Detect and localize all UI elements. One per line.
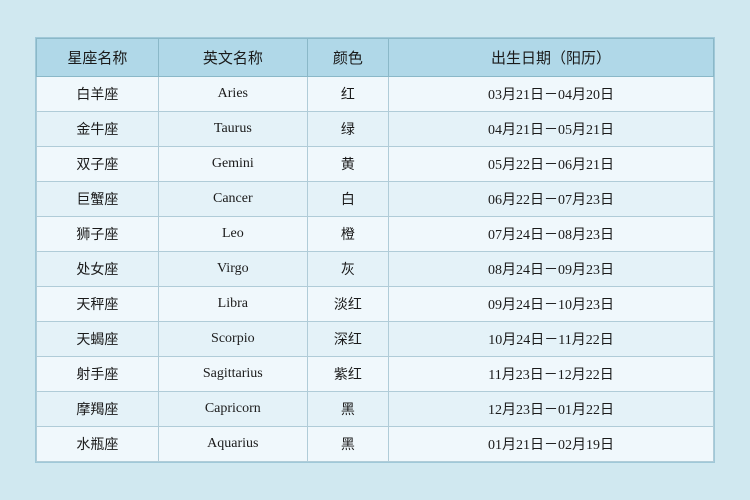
cell-chinese: 金牛座	[37, 112, 159, 147]
table-row: 金牛座Taurus绿04月21日－05月21日	[37, 112, 714, 147]
table-row: 巨蟹座Cancer白06月22日－07月23日	[37, 182, 714, 217]
table-row: 双子座Gemini黄05月22日－06月21日	[37, 147, 714, 182]
header-date: 出生日期（阳历）	[389, 39, 714, 77]
cell-date: 03月21日－04月20日	[389, 77, 714, 112]
cell-color: 黑	[307, 392, 388, 427]
cell-date: 01月21日－02月19日	[389, 427, 714, 462]
table-row: 天秤座Libra淡红09月24日－10月23日	[37, 287, 714, 322]
cell-date: 10月24日－11月22日	[389, 322, 714, 357]
table-row: 处女座Virgo灰08月24日－09月23日	[37, 252, 714, 287]
cell-chinese: 处女座	[37, 252, 159, 287]
cell-chinese: 天蝎座	[37, 322, 159, 357]
cell-english: Aquarius	[158, 427, 307, 462]
cell-chinese: 水瓶座	[37, 427, 159, 462]
table-row: 白羊座Aries红03月21日－04月20日	[37, 77, 714, 112]
cell-date: 08月24日－09月23日	[389, 252, 714, 287]
cell-chinese: 巨蟹座	[37, 182, 159, 217]
header-color: 颜色	[307, 39, 388, 77]
zodiac-table: 星座名称 英文名称 颜色 出生日期（阳历） 白羊座Aries红03月21日－04…	[36, 38, 714, 462]
cell-english: Gemini	[158, 147, 307, 182]
cell-color: 橙	[307, 217, 388, 252]
cell-english: Scorpio	[158, 322, 307, 357]
cell-date: 12月23日－01月22日	[389, 392, 714, 427]
cell-chinese: 狮子座	[37, 217, 159, 252]
cell-english: Leo	[158, 217, 307, 252]
cell-color: 红	[307, 77, 388, 112]
cell-color: 绿	[307, 112, 388, 147]
table-row: 天蝎座Scorpio深红10月24日－11月22日	[37, 322, 714, 357]
table-row: 摩羯座Capricorn黑12月23日－01月22日	[37, 392, 714, 427]
table-row: 水瓶座Aquarius黑01月21日－02月19日	[37, 427, 714, 462]
cell-color: 深红	[307, 322, 388, 357]
cell-english: Capricorn	[158, 392, 307, 427]
cell-english: Libra	[158, 287, 307, 322]
cell-date: 07月24日－08月23日	[389, 217, 714, 252]
table-body: 白羊座Aries红03月21日－04月20日金牛座Taurus绿04月21日－0…	[37, 77, 714, 462]
cell-date: 05月22日－06月21日	[389, 147, 714, 182]
cell-color: 白	[307, 182, 388, 217]
cell-english: Aries	[158, 77, 307, 112]
cell-chinese: 双子座	[37, 147, 159, 182]
cell-color: 淡红	[307, 287, 388, 322]
header-english: 英文名称	[158, 39, 307, 77]
cell-english: Taurus	[158, 112, 307, 147]
cell-chinese: 射手座	[37, 357, 159, 392]
cell-chinese: 摩羯座	[37, 392, 159, 427]
zodiac-table-container: 星座名称 英文名称 颜色 出生日期（阳历） 白羊座Aries红03月21日－04…	[35, 37, 715, 463]
header-chinese: 星座名称	[37, 39, 159, 77]
cell-date: 09月24日－10月23日	[389, 287, 714, 322]
cell-color: 黄	[307, 147, 388, 182]
cell-chinese: 白羊座	[37, 77, 159, 112]
cell-english: Cancer	[158, 182, 307, 217]
table-row: 狮子座Leo橙07月24日－08月23日	[37, 217, 714, 252]
cell-date: 11月23日－12月22日	[389, 357, 714, 392]
cell-english: Virgo	[158, 252, 307, 287]
cell-english: Sagittarius	[158, 357, 307, 392]
cell-color: 灰	[307, 252, 388, 287]
cell-chinese: 天秤座	[37, 287, 159, 322]
cell-date: 04月21日－05月21日	[389, 112, 714, 147]
table-row: 射手座Sagittarius紫红11月23日－12月22日	[37, 357, 714, 392]
cell-color: 黑	[307, 427, 388, 462]
cell-date: 06月22日－07月23日	[389, 182, 714, 217]
cell-color: 紫红	[307, 357, 388, 392]
table-header-row: 星座名称 英文名称 颜色 出生日期（阳历）	[37, 39, 714, 77]
